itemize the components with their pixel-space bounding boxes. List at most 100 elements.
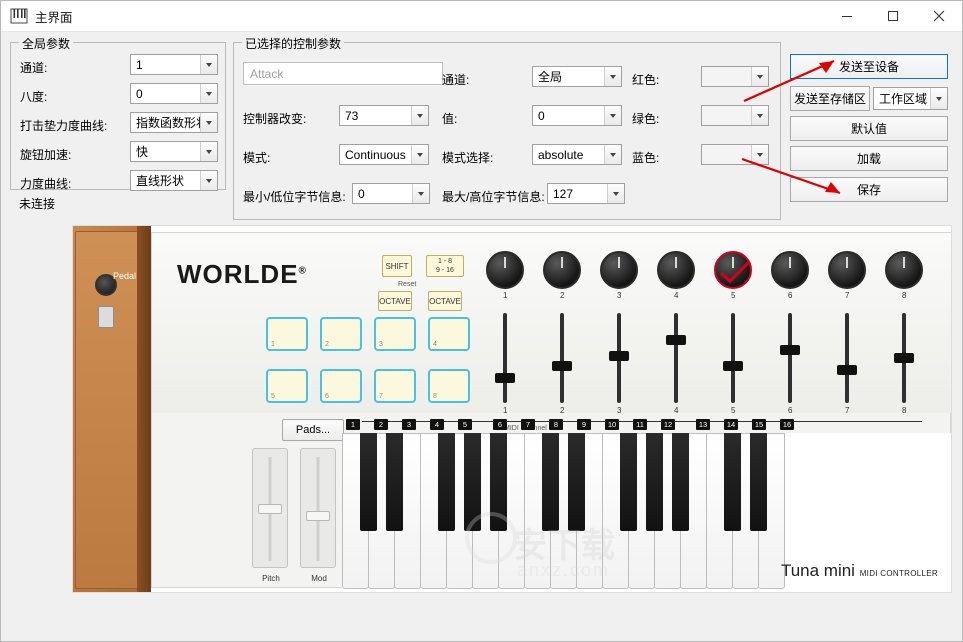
param-channel-combo[interactable]: 全局 [532, 66, 622, 87]
pad-velocity-curve-combo[interactable]: 指数函数形状 [130, 112, 218, 133]
slider-3-handle[interactable] [609, 351, 629, 361]
param-name-input[interactable]: Attack [243, 62, 443, 85]
brand-logo: WORLDE® [177, 259, 307, 290]
knob-7[interactable] [828, 251, 866, 289]
knob-8[interactable] [885, 251, 923, 289]
chevron-down-icon[interactable] [604, 106, 621, 125]
knob-4[interactable] [657, 251, 695, 289]
knob-2[interactable] [543, 251, 581, 289]
slider-1-track[interactable] [503, 313, 507, 403]
pad-1-number: 1 [271, 341, 275, 348]
pad-6[interactable]: 6 [320, 369, 362, 403]
save-button[interactable]: 保存 [790, 177, 948, 202]
pad-7[interactable]: 7 [374, 369, 416, 403]
pad-1[interactable]: 1 [266, 317, 308, 351]
default-button[interactable]: 默认值 [790, 116, 948, 141]
device-model: Tuna mini MIDI CONTROLLER [781, 561, 938, 581]
channel-combo[interactable]: 1 [130, 54, 218, 75]
chevron-down-icon[interactable] [604, 145, 621, 164]
black-key-1[interactable] [360, 433, 377, 531]
velocity-curve-combo[interactable]: 直线形状 [130, 170, 218, 191]
maximize-button[interactable] [870, 1, 916, 32]
bank-button[interactable]: 1 - 8 9 - 16 [426, 255, 464, 277]
chevron-down-icon[interactable] [751, 67, 768, 86]
black-key-12[interactable] [750, 433, 767, 531]
black-key-2[interactable] [386, 433, 403, 531]
slider-7-handle[interactable] [837, 365, 857, 375]
slider-8-handle[interactable] [894, 353, 914, 363]
pad-3[interactable]: 3 [374, 317, 416, 351]
knob-accel-combo[interactable]: 快 [130, 141, 218, 162]
pad-5[interactable]: 5 [266, 369, 308, 403]
chevron-down-icon[interactable] [751, 145, 768, 164]
pad-4[interactable]: 4 [428, 317, 470, 351]
mod-wheel-handle[interactable] [306, 511, 330, 521]
green-combo[interactable] [701, 105, 769, 126]
knob-6[interactable] [771, 251, 809, 289]
mode-select-combo[interactable]: absolute [532, 144, 622, 165]
black-key-3[interactable] [438, 433, 455, 531]
shift-button[interactable]: SHIFT [382, 255, 412, 277]
octave-up-button[interactable]: OCTAVE [428, 291, 462, 311]
black-key-9[interactable] [646, 433, 663, 531]
slider-1-handle[interactable] [495, 373, 515, 383]
knob-3[interactable] [600, 251, 638, 289]
black-key-10[interactable] [672, 433, 689, 531]
value-combo[interactable]: 0 [532, 105, 622, 126]
blue-combo[interactable] [701, 144, 769, 165]
load-button[interactable]: 加载 [790, 146, 948, 171]
pad-2[interactable]: 2 [320, 317, 362, 351]
black-key-4[interactable] [464, 433, 481, 531]
pads-button[interactable]: Pads... [282, 419, 344, 441]
send-to-storage-button[interactable]: 发送至存储区 [790, 86, 870, 111]
max-msb-label: 最大/高位字节信息: [442, 190, 545, 204]
chevron-down-icon[interactable] [751, 106, 768, 125]
pitch-wheel-handle[interactable] [258, 504, 282, 514]
slider-5-track[interactable] [731, 313, 735, 403]
slider-6-track[interactable] [788, 313, 792, 403]
chevron-down-icon[interactable] [411, 106, 428, 125]
chevron-down-icon[interactable] [607, 184, 624, 203]
black-key-11[interactable] [724, 433, 741, 531]
black-key-8[interactable] [620, 433, 637, 531]
slider-5-handle[interactable] [723, 361, 743, 371]
pad-8[interactable]: 8 [428, 369, 470, 403]
chevron-down-icon[interactable] [200, 142, 217, 161]
black-key-6[interactable] [542, 433, 559, 531]
slider-2-handle[interactable] [552, 361, 572, 371]
black-key-7[interactable] [568, 433, 585, 531]
mode-combo[interactable]: Continuous [339, 144, 429, 165]
reset-label: Reset [398, 281, 417, 288]
octave-down-button[interactable]: OCTAVE [378, 291, 412, 311]
chevron-down-icon[interactable] [412, 184, 429, 203]
slider-7-track[interactable] [845, 313, 849, 403]
max-msb-combo[interactable]: 127 [547, 183, 625, 204]
send-to-device-button[interactable]: 发送至设备 [790, 54, 948, 79]
black-key-5[interactable] [490, 433, 507, 531]
knob-accel-value: 快 [136, 145, 149, 159]
chevron-down-icon[interactable] [200, 113, 217, 132]
slider-6-handle[interactable] [780, 345, 800, 355]
workspace-combo[interactable]: 工作区域 [873, 87, 948, 110]
chevron-down-icon[interactable] [930, 88, 947, 109]
min-lsb-combo[interactable]: 0 [352, 183, 430, 204]
minimize-button[interactable] [824, 1, 870, 32]
mod-wheel[interactable]: Mod [300, 448, 336, 583]
pitch-wheel[interactable]: Pitch [252, 448, 288, 583]
chevron-down-icon[interactable] [200, 171, 217, 190]
slider-2-track[interactable] [560, 313, 564, 403]
chevron-down-icon[interactable] [411, 145, 428, 164]
close-button[interactable] [916, 1, 962, 32]
slider-4-track[interactable] [674, 313, 678, 403]
chevron-down-icon[interactable] [604, 67, 621, 86]
octave-combo[interactable]: 0 [130, 83, 218, 104]
chevron-down-icon[interactable] [200, 55, 217, 74]
red-combo[interactable] [701, 66, 769, 87]
slider-4-handle[interactable] [666, 335, 686, 345]
chevron-down-icon[interactable] [200, 84, 217, 103]
cc-combo[interactable]: 73 [339, 105, 429, 126]
knob-1-number: 1 [503, 291, 508, 300]
knob-1[interactable] [486, 251, 524, 289]
global-params-legend: 全局参数 [19, 35, 74, 52]
usb-jack [98, 306, 114, 328]
